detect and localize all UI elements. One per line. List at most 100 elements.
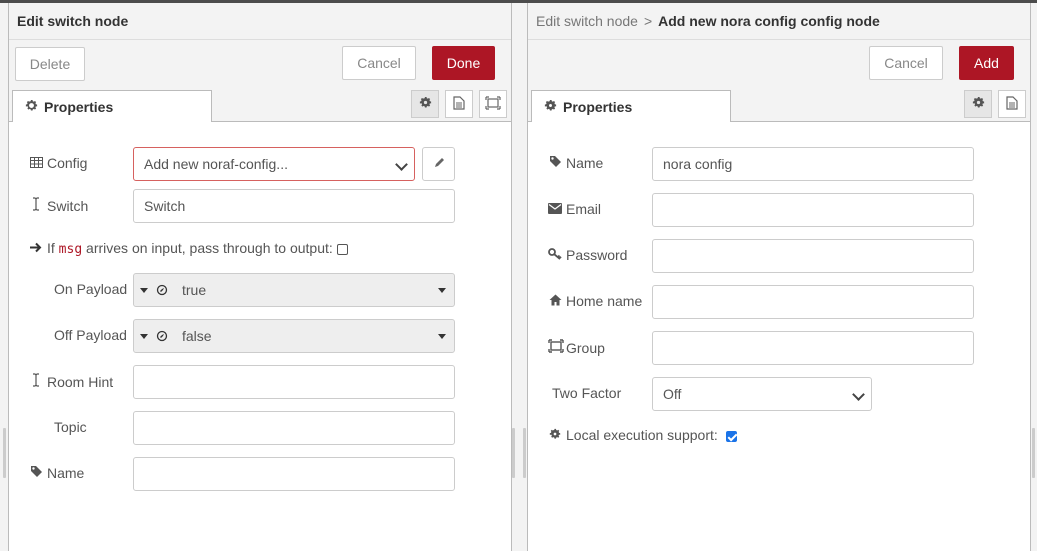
local-execution-row: Local execution support: [528,419,1030,453]
on-payload-typed-input[interactable]: true [133,273,455,307]
passthrough-prefix: If [47,240,55,256]
tab-properties[interactable]: Properties [531,90,731,122]
switch-label-text: Switch [47,198,89,214]
local-execution-label: Local execution support: [548,427,737,443]
topic-label: Topic [54,419,87,435]
text-cursor-icon [29,373,43,390]
email-label-text: Email [566,201,602,217]
breadcrumb-parent[interactable]: Edit switch node [536,13,638,29]
topic-row: Topic [9,411,511,445]
add-config-node-panel: Edit switch node > Add new nora config con… [527,3,1031,551]
description-tab-button[interactable] [445,90,473,118]
description-tab-button[interactable] [998,90,1026,118]
switch-input[interactable]: Switch [133,189,455,223]
text-cursor-icon [29,197,43,214]
two-factor-select[interactable]: Off [652,377,872,411]
home-name-row: Home name [528,285,1030,319]
config-label: Config [29,155,87,171]
group-row: Group [528,331,1030,365]
two-factor-label: Two Factor [552,385,622,401]
tab-properties[interactable]: Properties [12,90,212,122]
caret-down-icon[interactable] [438,288,446,293]
config-select[interactable]: Add new noraf-config... [133,147,415,181]
topic-input[interactable] [133,411,455,445]
caret-down-icon[interactable] [438,334,446,339]
tab-bar: Properties [528,88,1030,122]
passthrough-checkbox[interactable] [336,243,348,255]
panel-title: Edit switch node [17,13,129,29]
config-name-row: Name nora config [528,147,1030,181]
off-payload-row: Off Payload false [9,319,511,353]
cancel-button[interactable]: Cancel [342,46,416,80]
config-name-input[interactable]: nora config [652,147,974,181]
panel-header: Edit switch node [9,3,511,40]
password-label: Password [548,247,627,263]
room-hint-input[interactable] [133,365,455,399]
gear-icon [419,96,432,112]
group-input[interactable] [652,331,974,365]
switch-label: Switch [29,197,88,214]
cancel-button[interactable]: Cancel [869,46,943,80]
on-payload-row: On Payload true [9,273,511,307]
gear-icon [544,99,557,115]
settings-tab-button[interactable] [411,90,439,118]
tag-icon [548,155,562,171]
email-field[interactable] [652,193,974,227]
add-button[interactable]: Add [959,46,1014,80]
off-payload-label: Off Payload [54,327,127,343]
center-resize-grip-left[interactable] [512,428,515,478]
pencil-icon [433,156,445,172]
type-dropdown-icon[interactable] [140,288,148,293]
chevron-down-icon [852,388,865,401]
chevron-down-icon [395,158,408,171]
key-icon [548,247,562,263]
switch-row: Switch Switch [9,189,511,223]
delete-button[interactable]: Delete [15,47,85,81]
home-icon [548,293,562,309]
email-row: Email [528,193,1030,227]
panel-toolbar: Delete Cancel Done [9,40,511,88]
group-frame-icon [548,339,564,356]
gear-icon [972,96,985,112]
table-icon [29,155,43,171]
home-name-input[interactable] [652,285,974,319]
left-resize-grip[interactable] [3,428,6,478]
home-name-label-text: Home name [566,293,643,309]
document-icon [453,95,465,113]
off-payload-typed-input[interactable]: false [133,319,455,353]
center-resize-grip-right[interactable] [523,428,526,478]
name-input[interactable] [133,457,455,491]
panel-header: Edit switch node > Add new nora config con… [528,3,1030,40]
panel-toolbar: Cancel Add [528,40,1030,88]
local-execution-checkbox[interactable] [725,430,737,442]
room-hint-row: Room Hint [9,365,511,399]
done-button[interactable]: Done [432,46,495,80]
config-name-label-text: Name [566,155,604,171]
edit-switch-node-panel: Edit switch node Delete Cancel Done Prop… [8,3,512,551]
gear-icon [548,427,562,443]
type-dropdown-icon[interactable] [140,334,148,339]
right-resize-grip[interactable] [1032,428,1035,478]
tag-icon [29,465,43,481]
edit-config-button[interactable] [422,147,455,181]
center-gutter [511,3,527,551]
name-row: Name [9,457,511,491]
passthrough-label: If msg arrives on input, pass through to… [29,240,348,257]
name-label-text: Name [47,465,85,481]
room-hint-label-text: Room Hint [47,374,114,390]
config-label-text: Config [47,155,88,171]
settings-tab-button[interactable] [964,90,992,118]
envelope-icon [548,201,562,217]
off-payload-value: false [182,328,212,344]
config-select-value: Add new noraf-config... [144,156,288,172]
group-label-text: Group [566,340,605,356]
panel-title: Add new nora config config node [658,13,880,29]
local-execution-label-text: Local execution support: [566,427,718,443]
two-factor-value: Off [663,386,682,402]
config-name-label: Name [548,155,603,171]
password-field[interactable] [652,239,974,273]
appearance-tab-button[interactable] [479,90,507,118]
passthrough-suffix: arrives on input, pass through to output… [86,240,333,256]
left-gutter [0,3,8,551]
config-row: Config Add new noraf-config... [9,147,511,181]
